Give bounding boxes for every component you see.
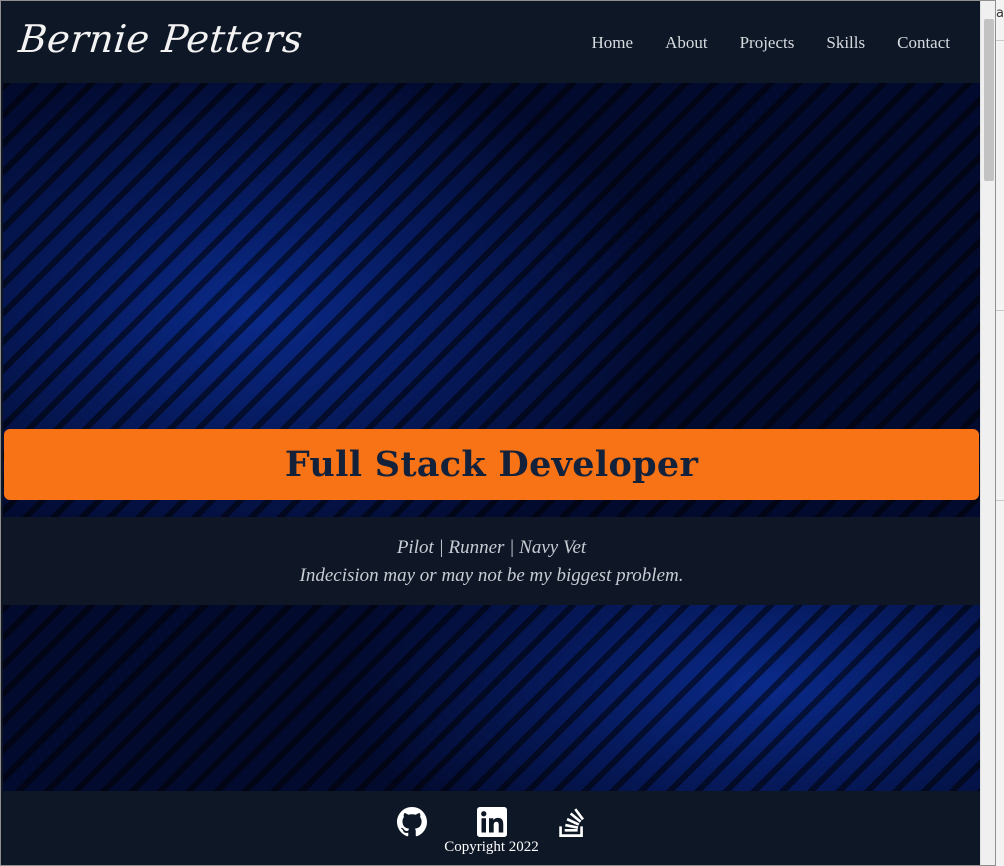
- hero-background-lower: [3, 605, 980, 791]
- nav-link-projects[interactable]: Projects: [740, 33, 795, 53]
- nav-link-about[interactable]: About: [665, 33, 708, 53]
- brand-logo[interactable]: Bernie Petters: [17, 17, 305, 61]
- copyright-text: Copyright 2022: [444, 839, 539, 855]
- background-text-fragment: a: [996, 6, 1004, 21]
- stackoverflow-icon[interactable]: [557, 807, 587, 837]
- footer: Copyright 2022: [3, 791, 980, 865]
- tagline-roles: Pilot | Runner | Navy Vet: [396, 537, 587, 558]
- headline-banner: Full Stack Developer: [4, 429, 979, 500]
- background-divider: [996, 40, 1004, 41]
- background-divider: [996, 310, 1004, 311]
- tagline-box: Pilot | Runner | Navy Vet Indecision may…: [3, 517, 980, 605]
- headline: Full Stack Developer: [284, 444, 699, 485]
- browser-window: Bernie Petters Home About Projects Skill…: [0, 0, 996, 866]
- background-divider: [996, 500, 1004, 501]
- main-nav: Home About Projects Skills Contact: [592, 33, 950, 53]
- page-viewport: Bernie Petters Home About Projects Skill…: [3, 3, 980, 865]
- tagline-quote: Indecision may or may not be my biggest …: [299, 565, 684, 586]
- nav-link-skills[interactable]: Skills: [826, 33, 865, 53]
- linkedin-icon[interactable]: [476, 807, 507, 837]
- nav-link-home[interactable]: Home: [592, 33, 634, 53]
- social-links: [3, 807, 980, 837]
- scrollbar-thumb[interactable]: [984, 19, 994, 181]
- navbar: Bernie Petters Home About Projects Skill…: [3, 3, 980, 83]
- background-window: a: [996, 0, 1004, 866]
- vertical-scrollbar[interactable]: [980, 1, 995, 865]
- github-icon[interactable]: [396, 807, 427, 837]
- nav-link-contact[interactable]: Contact: [897, 33, 950, 53]
